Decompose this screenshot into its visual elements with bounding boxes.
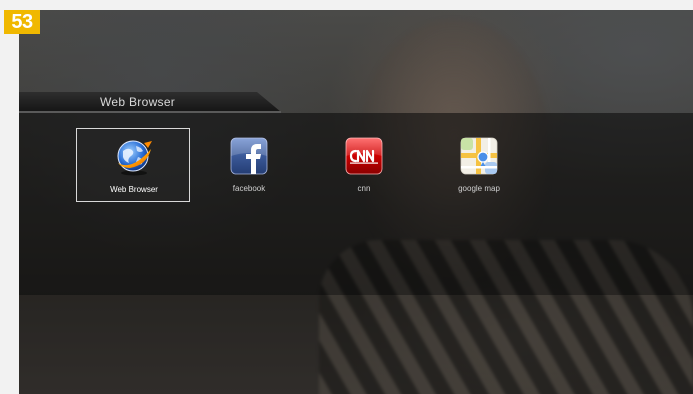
app-label: Web Browser bbox=[110, 185, 158, 194]
app-label: cnn bbox=[357, 184, 371, 193]
facebook-icon bbox=[230, 137, 268, 175]
app-label: google map bbox=[458, 184, 500, 193]
tv-screen: Web Browser Web Browser facebook cnn goo… bbox=[19, 10, 693, 394]
header-tab-underline bbox=[19, 111, 281, 113]
page-number-badge: 53 bbox=[4, 10, 40, 34]
google-map-icon bbox=[460, 137, 498, 175]
app-tile-web-browser[interactable]: Web Browser bbox=[76, 128, 190, 202]
app-label: facebook bbox=[232, 184, 266, 193]
app-tile-google-map[interactable]: google map bbox=[422, 128, 536, 202]
web-browser-globe-icon bbox=[117, 140, 152, 176]
bottom-shade bbox=[19, 295, 693, 394]
app-tile-facebook[interactable]: facebook bbox=[192, 128, 306, 202]
app-tile-cnn[interactable]: cnn bbox=[307, 128, 421, 202]
page-title: Web Browser bbox=[100, 95, 176, 109]
cnn-icon bbox=[345, 137, 383, 175]
screenshot-frame: 53 Web Browser Web Browser facebook cnn … bbox=[0, 0, 693, 394]
